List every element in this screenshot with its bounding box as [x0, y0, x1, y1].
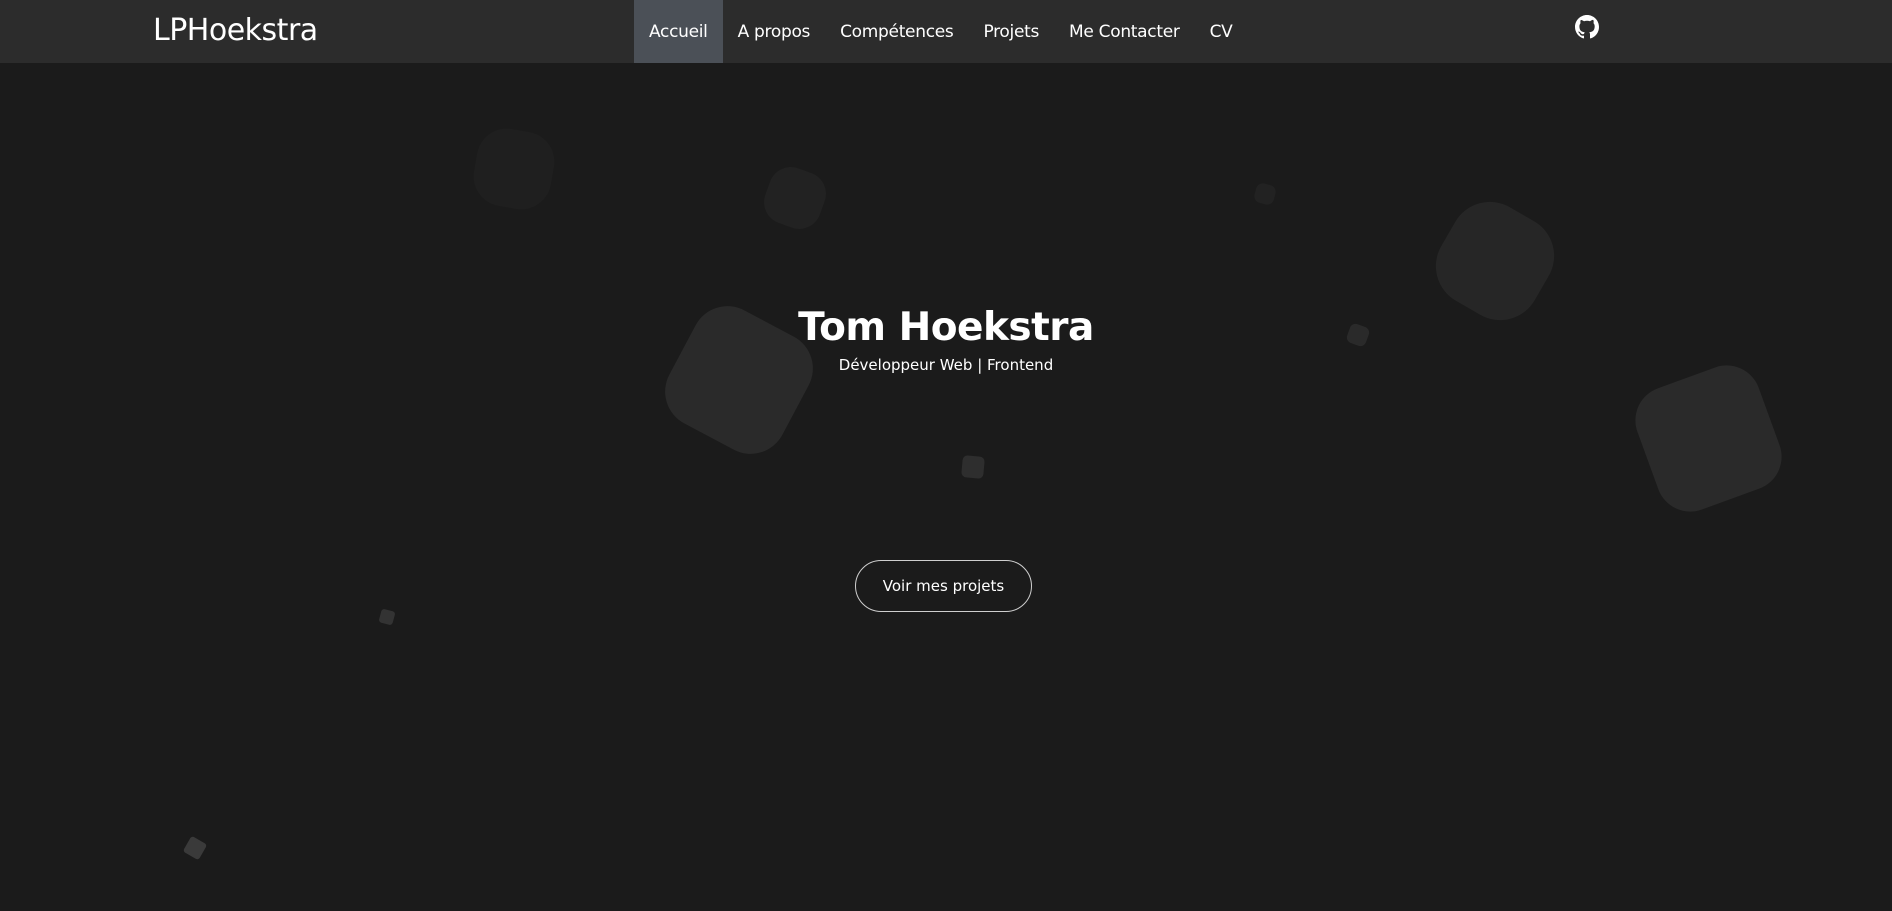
decorative-shape — [378, 608, 396, 626]
decorative-shape — [182, 835, 208, 861]
brand-logo[interactable]: LPHoekstra — [153, 13, 318, 49]
navbar: LPHoekstra Accueil A propos Compétences … — [0, 0, 1892, 63]
hero-section: Tom Hoekstra Développeur Web | Frontend … — [0, 63, 1892, 911]
decorative-shape — [757, 160, 833, 236]
nav-link-cv[interactable]: CV — [1195, 0, 1248, 63]
github-icon[interactable] — [1575, 15, 1599, 39]
nav-link-projets[interactable]: Projets — [968, 0, 1054, 63]
nav-link-accueil[interactable]: Accueil — [634, 0, 723, 63]
nav-links: Accueil A propos Compétences Projets Me … — [634, 0, 1247, 63]
decorative-shape — [468, 123, 560, 215]
decorative-shape — [961, 455, 985, 479]
view-projects-button[interactable]: Voir mes projets — [855, 560, 1032, 612]
nav-link-contact[interactable]: Me Contacter — [1054, 0, 1195, 63]
nav-link-competences[interactable]: Compétences — [825, 0, 968, 63]
nav-link-a-propos[interactable]: A propos — [723, 0, 826, 63]
hero-title: Tom Hoekstra — [798, 305, 1094, 350]
decorative-shape — [1625, 355, 1792, 522]
decorative-shape — [1252, 181, 1278, 207]
hero-subtitle: Développeur Web | Frontend — [838, 356, 1054, 374]
